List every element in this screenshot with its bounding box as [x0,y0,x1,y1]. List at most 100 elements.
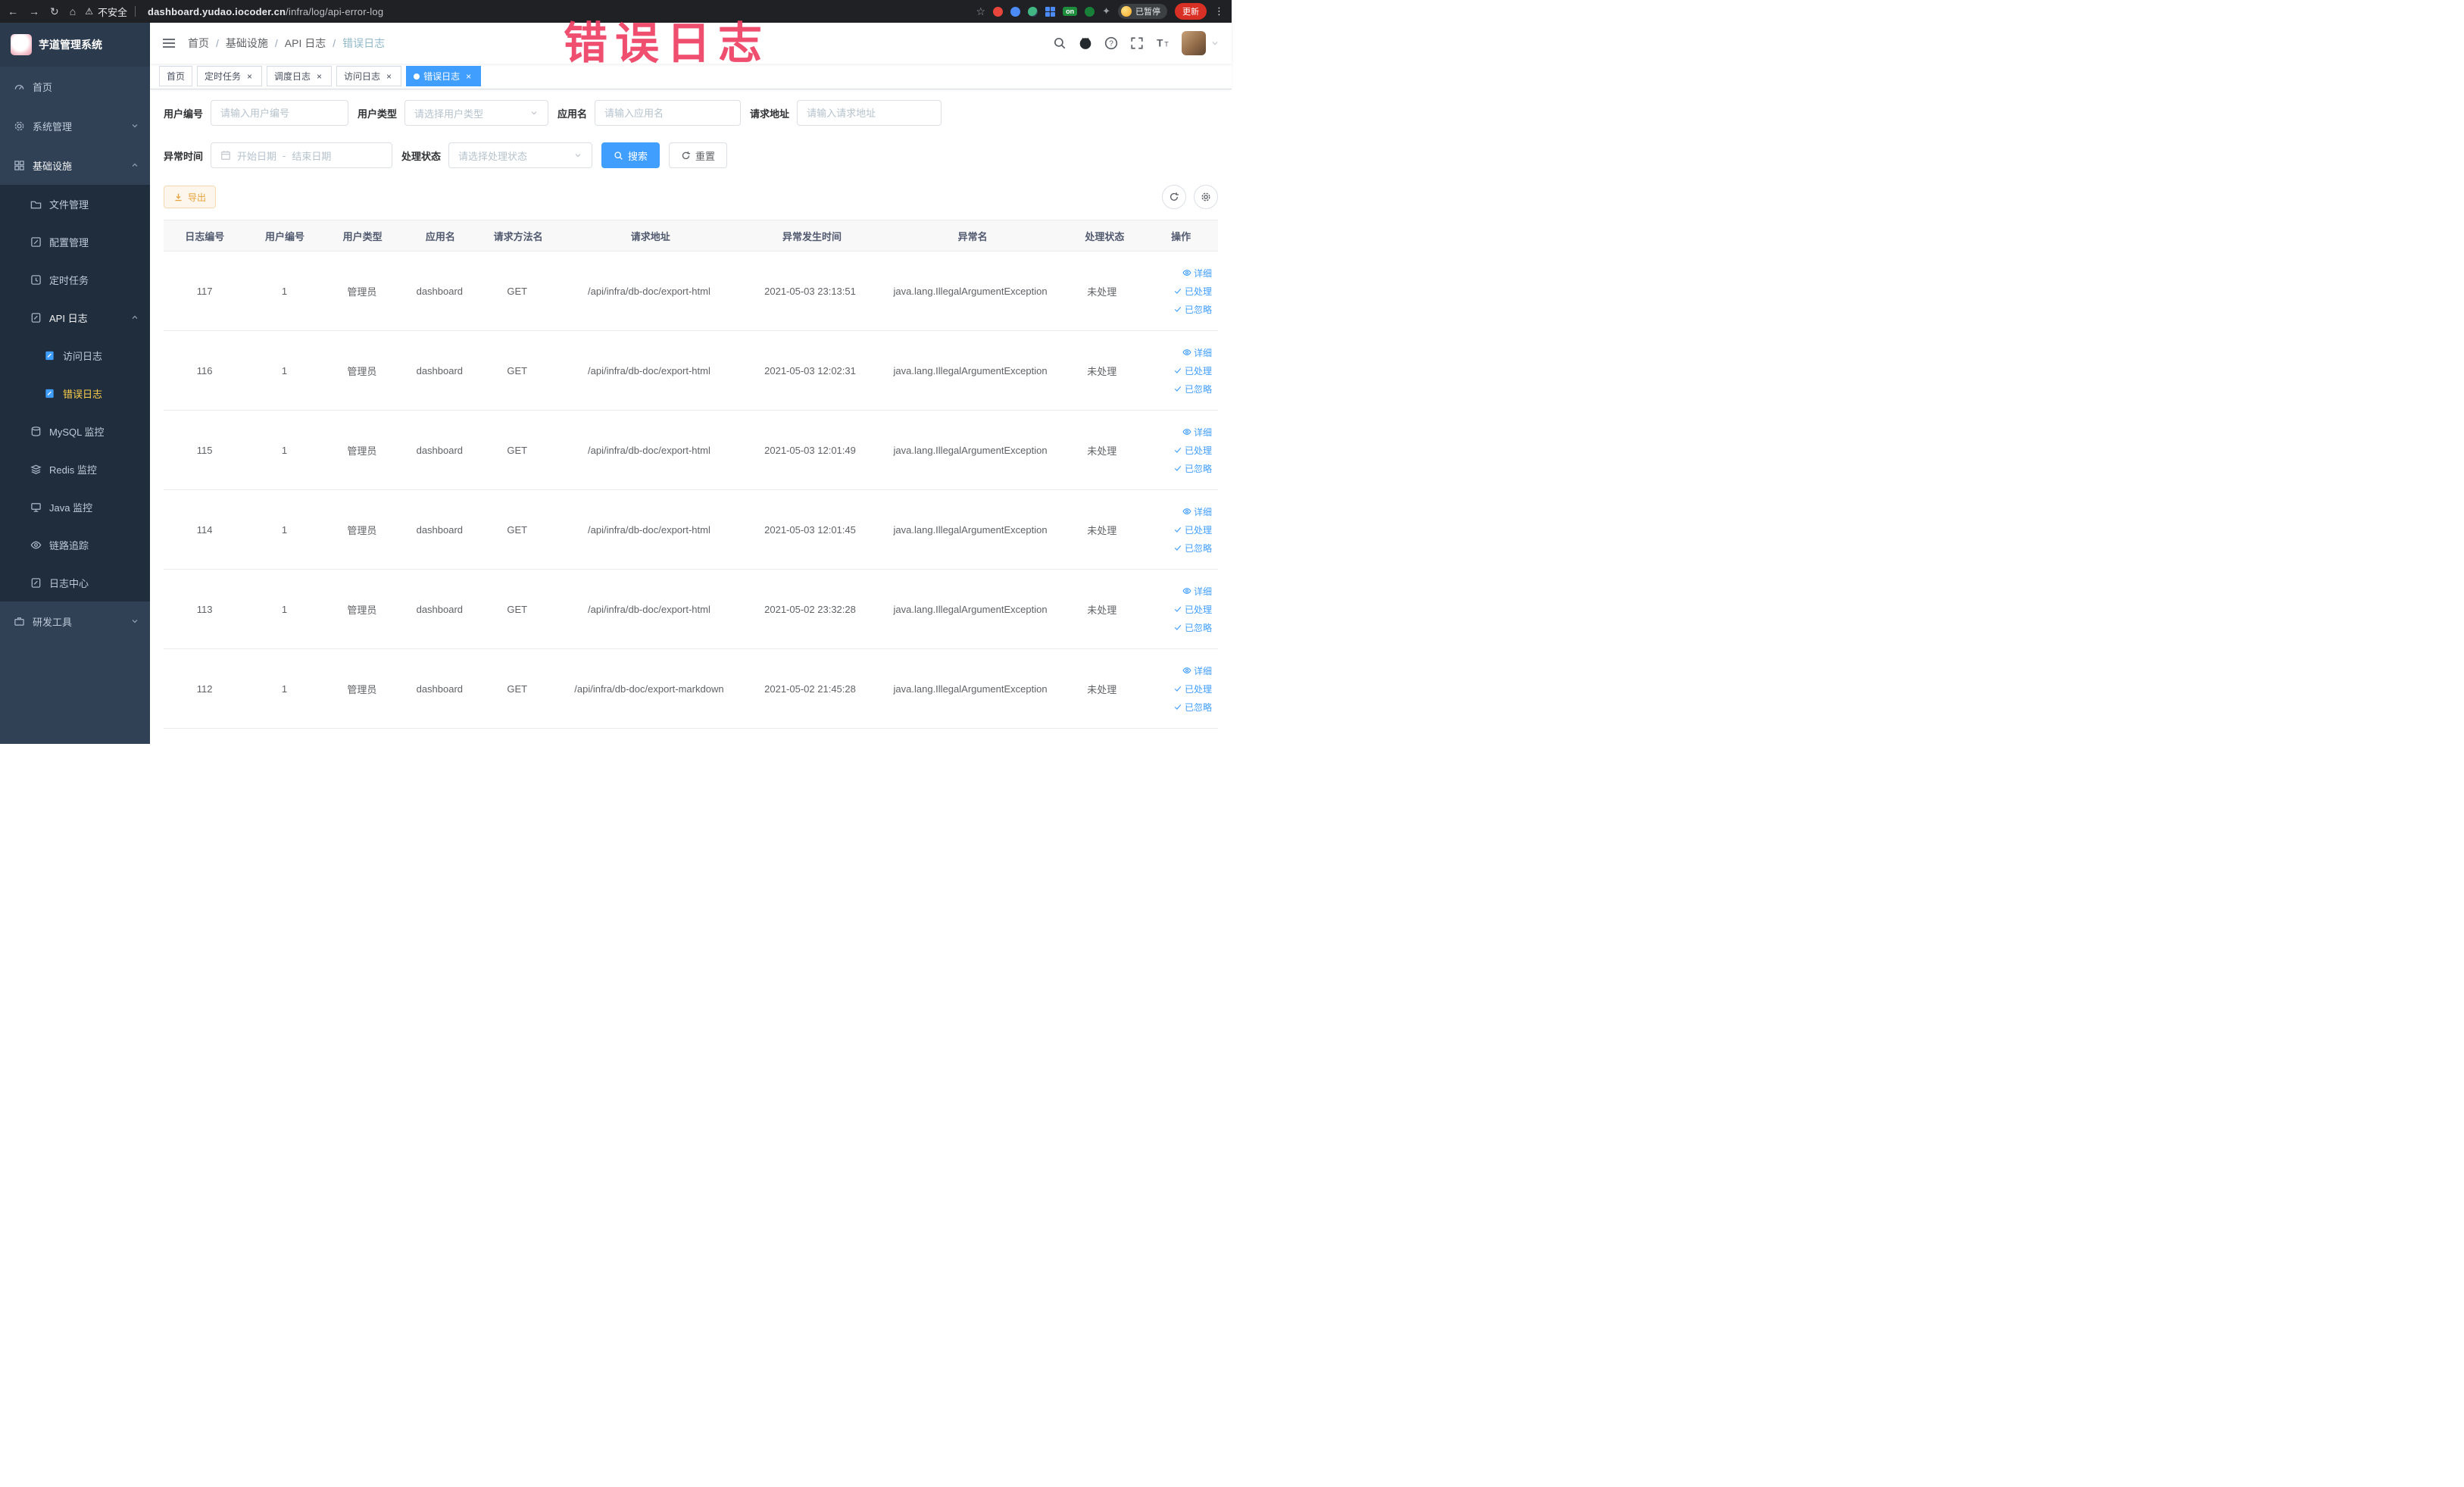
browser-menu-icon[interactable]: ⋮ [1214,5,1224,17]
check-icon [1174,527,1182,533]
font-size-icon[interactable]: TT [1156,36,1170,50]
sidebar-item-access-log[interactable]: 访问日志 [0,336,150,374]
column-settings-button[interactable] [1194,185,1218,209]
sidebar-item-home[interactable]: 首页 [0,67,150,106]
cell-log-id: 117 [196,285,213,297]
cell-exception-time: 2021-05-03 23:13:51 [764,285,856,297]
detail-link[interactable]: 详细 [1182,664,1212,677]
sidebar-item-log-center[interactable]: 日志中心 [0,564,150,601]
home-icon[interactable]: ⌂ [70,5,76,18]
forward-icon[interactable]: → [29,5,39,18]
processed-link[interactable]: 已处理 [1173,364,1212,377]
tab-dispatch-log[interactable]: 调度日志 × [267,66,333,86]
reload-icon[interactable]: ↻ [50,5,59,18]
sidebar-item-label: 文件管理 [49,198,89,211]
sidebar-item-trace[interactable]: 链路追踪 [0,526,150,564]
url-bar[interactable]: dashboard.yudao.iocoder.cn/infra/log/api… [148,6,383,17]
processed-link[interactable]: 已处理 [1173,523,1212,536]
user-type-select[interactable]: 请选择用户类型 [404,100,549,126]
sidebar-logo[interactable]: 芋道管理系统 [0,23,150,67]
sidebar-item-error-log[interactable]: 错误日志 [0,374,150,412]
processed-link[interactable]: 已处理 [1173,285,1212,298]
date-range-picker[interactable]: 开始日期 - 结束日期 [211,142,393,168]
processed-link[interactable]: 已处理 [1173,683,1212,695]
export-button[interactable]: 导出 [164,186,217,208]
extension-icon-blue[interactable] [1010,6,1021,17]
sidebar-item-dev-tools[interactable]: 研发工具 [0,601,150,641]
tab-error-log[interactable]: 错误日志 × [406,66,482,86]
vue-devtools-icon[interactable] [1028,6,1038,17]
processed-link[interactable]: 已处理 [1173,603,1212,616]
user-id-input[interactable] [211,100,349,126]
sidebar-item-config-management[interactable]: 配置管理 [0,223,150,261]
extensions-puzzle-icon[interactable]: ✦ [1102,5,1110,17]
breadcrumb-item[interactable]: 基础设施 [226,36,268,51]
search-button[interactable]: 搜索 [601,142,661,168]
tab-home[interactable]: 首页 [159,66,193,86]
ignored-link[interactable]: 已忽略 [1173,701,1212,714]
ignored-link[interactable]: 已忽略 [1173,383,1212,395]
download-icon [175,193,182,201]
filter-app-name: 应用名 [557,100,742,126]
app-shell: 芋道管理系统 首页 系统管理 基础设施 文件管理 配置管理 定时任务 API 日… [0,23,1232,744]
extension-icon-grid[interactable] [1045,6,1056,17]
close-icon[interactable]: × [464,71,473,81]
request-url-input[interactable] [797,100,942,126]
site-security[interactable]: ⚠ 不安全 [85,5,139,19]
detail-link[interactable]: 详细 [1182,426,1212,439]
close-icon[interactable]: × [384,71,394,81]
process-status-select[interactable]: 请选择处理状态 [448,142,593,168]
paused-pill[interactable]: 已暂停 [1118,4,1167,19]
sidebar-item-file-management[interactable]: 文件管理 [0,185,150,223]
github-icon[interactable] [1079,36,1092,50]
sidebar-item-system[interactable]: 系统管理 [0,106,150,145]
cell-request-url: /api/infra/db-doc/export-html [588,364,710,376]
close-icon[interactable]: × [245,71,255,81]
cell-actions: 详细 已处理 已忽略 [1141,664,1218,714]
refresh-button[interactable] [1162,185,1186,209]
close-icon[interactable]: × [314,71,324,81]
sidebar-item-mysql-monitor[interactable]: MySQL 监控 [0,412,150,450]
update-button[interactable]: 更新 [1175,3,1207,20]
help-icon[interactable]: ? [1104,36,1118,50]
ignored-link[interactable]: 已忽略 [1173,303,1212,316]
hamburger-icon[interactable] [162,37,176,49]
sidebar-item-java-monitor[interactable]: Java 监控 [0,488,150,526]
app-name-input[interactable] [595,100,742,126]
detail-link[interactable]: 详细 [1182,267,1212,280]
sidebar-item-api-log[interactable]: API 日志 [0,298,150,336]
ignored-link[interactable]: 已忽略 [1173,542,1212,555]
detail-link[interactable]: 详细 [1182,346,1212,359]
detail-link[interactable]: 详细 [1182,505,1212,518]
reset-button[interactable]: 重置 [669,142,728,168]
tab-label: 首页 [167,71,186,82]
database-icon [31,426,41,436]
tab-access-log[interactable]: 访问日志 × [336,66,402,86]
extension-icon-green[interactable] [1085,6,1095,17]
check-icon [1174,289,1182,294]
filter-row-1: 用户编号 用户类型 请选择用户类型 应用名 [164,100,1218,126]
detail-link[interactable]: 详细 [1182,585,1212,598]
sidebar-item-infra[interactable]: 基础设施 [0,145,150,185]
sidebar-item-scheduled-jobs[interactable]: 定时任务 [0,261,150,298]
sidebar-item-redis-monitor[interactable]: Redis 监控 [0,450,150,488]
cell-user-id: 1 [281,444,288,456]
ignored-link[interactable]: 已忽略 [1173,621,1212,634]
top-header: 首页 / 基础设施 / API 日志 / 错误日志 ? TT [150,23,1232,64]
ignored-link[interactable]: 已忽略 [1173,462,1212,475]
check-icon [1174,307,1182,312]
breadcrumb-item[interactable]: 首页 [188,36,209,51]
processed-link[interactable]: 已处理 [1173,444,1212,457]
tab-scheduled-jobs[interactable]: 定时任务 × [197,66,263,86]
extension-icon-red[interactable] [993,6,1004,17]
browser-nav: ← → ↻ ⌂ [8,5,76,18]
filter-label: 异常时间 [164,150,204,162]
user-menu[interactable] [1182,31,1220,55]
back-icon[interactable]: ← [8,5,18,18]
extension-on-badge[interactable]: on [1063,7,1078,16]
fullscreen-icon[interactable] [1130,36,1144,50]
breadcrumb-item[interactable]: API 日志 [285,36,326,51]
cell-exception-name: java.lang.IllegalArgumentException [893,285,1048,297]
search-icon[interactable] [1053,36,1066,50]
bookmark-star-icon[interactable]: ☆ [976,5,986,18]
